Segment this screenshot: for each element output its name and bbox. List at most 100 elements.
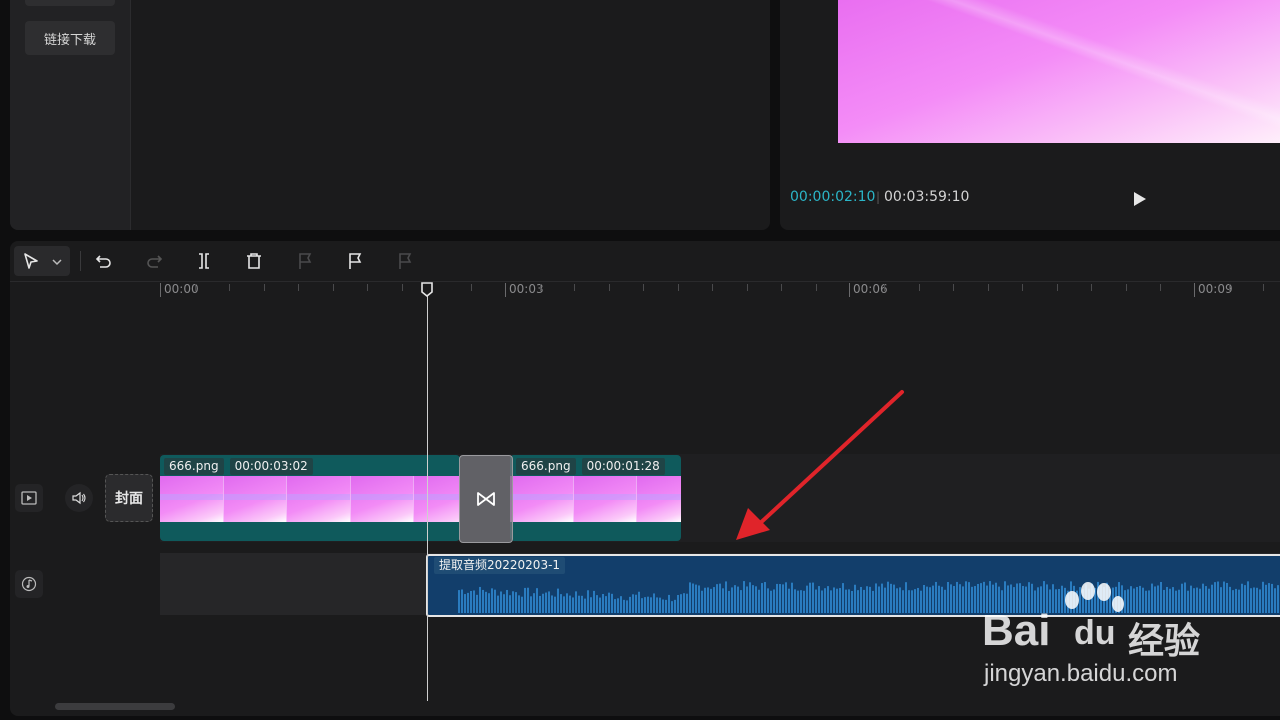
mute-icon[interactable] <box>65 484 93 512</box>
ruler-tick <box>1057 284 1058 291</box>
play-icon[interactable] <box>1132 190 1148 208</box>
select-tool-button[interactable] <box>14 246 70 276</box>
waveform-bar <box>545 592 547 613</box>
waveform-bar <box>1241 583 1243 613</box>
clip-thumbnails <box>160 476 460 522</box>
ruler-tick <box>781 284 782 291</box>
redo-icon[interactable] <box>142 249 166 273</box>
waveform-bar <box>635 594 637 613</box>
waveform-bar <box>560 594 562 613</box>
waveform-bar <box>788 588 790 613</box>
waveform-bar <box>569 595 571 613</box>
waveform-bar <box>473 590 475 613</box>
ruler-label: 00:06 <box>853 282 888 296</box>
video-track-icon[interactable] <box>15 484 43 512</box>
waveform-bar <box>674 599 676 613</box>
sidebar-button-partial[interactable] <box>25 0 115 6</box>
dropdown-icon[interactable] <box>52 258 62 266</box>
split-icon[interactable] <box>192 249 216 273</box>
waveform-bar <box>908 590 910 613</box>
waveform-bar <box>968 582 970 613</box>
waveform-bar <box>467 592 469 613</box>
waveform-bar <box>641 598 643 613</box>
waveform-bar <box>458 590 460 613</box>
waveform-bar <box>848 589 850 613</box>
waveform-bar <box>866 586 868 613</box>
waveform-bar <box>953 586 955 613</box>
waveform-bar <box>797 590 799 613</box>
watermark-brand-du: du <box>1074 614 1116 652</box>
waveform-bar <box>608 592 610 613</box>
toolbar-divider <box>80 251 81 271</box>
undo-icon[interactable] <box>92 249 116 273</box>
waveform-bar <box>578 595 580 613</box>
video-clip[interactable]: 666.png 00:00:03:02 <box>160 455 460 541</box>
waveform-bar <box>1253 587 1255 613</box>
delete-icon[interactable] <box>242 249 266 273</box>
waveform-bar <box>704 587 706 613</box>
ruler-tick <box>195 284 196 291</box>
waveform-bar <box>821 590 823 613</box>
waveform-bar <box>761 583 763 613</box>
ruler-major-tick <box>849 283 850 297</box>
waveform-bar <box>695 584 697 613</box>
waveform-bar <box>1271 583 1273 613</box>
waveform-bar <box>491 588 493 613</box>
thumbnail <box>350 476 414 522</box>
waveform-bar <box>776 583 778 613</box>
waveform-bar <box>719 583 721 613</box>
video-clip[interactable]: 666.png 00:00:01:28 <box>510 455 681 541</box>
freeze-icon[interactable] <box>293 249 317 273</box>
waveform-bar <box>644 597 646 613</box>
waveform-bar <box>839 588 841 613</box>
unflag-icon[interactable] <box>393 249 417 273</box>
flag-icon[interactable] <box>343 249 367 273</box>
waveform-bar <box>593 590 595 613</box>
select-cursor-icon <box>24 253 38 269</box>
waveform-bar <box>875 583 877 613</box>
waveform-bar <box>893 584 895 613</box>
waveform-bar <box>611 593 613 613</box>
playhead-handle[interactable] <box>421 282 433 297</box>
waveform-bar <box>524 587 526 613</box>
waveform-bar <box>626 600 628 613</box>
waveform-bar <box>764 582 766 613</box>
waveform-bar <box>632 594 634 613</box>
waveform-bar <box>572 597 574 613</box>
waveform-bar <box>887 581 889 613</box>
waveform-bar <box>617 598 619 613</box>
waveform-bar <box>1277 585 1279 613</box>
waveform-bar <box>512 591 514 613</box>
preview-panel: 00:00:02:10 | 00:03:59:10 <box>780 0 1280 230</box>
waveform-bar <box>845 589 847 613</box>
waveform-bar <box>920 590 922 613</box>
waveform-bar <box>581 595 583 613</box>
waveform-bar <box>506 589 508 613</box>
link-download-button[interactable]: 链接下载 <box>25 21 115 55</box>
waveform-bar <box>665 599 667 613</box>
waveform-bar <box>977 583 979 613</box>
waveform-bar <box>647 596 649 613</box>
waveform-bar <box>713 587 715 613</box>
waveform-bar <box>770 590 772 613</box>
watermark-url: jingyan.baidu.com <box>984 660 1178 687</box>
waveform-bar <box>947 582 949 613</box>
waveform-bar <box>842 583 844 613</box>
waveform-bar <box>584 598 586 613</box>
ruler-tick <box>229 284 230 291</box>
waveform-bar <box>731 587 733 613</box>
clip-thumbnails <box>510 476 681 522</box>
ruler-tick <box>574 284 575 291</box>
waveform-bar <box>722 588 724 613</box>
waveform-bar <box>791 582 793 613</box>
waveform-bar <box>767 588 769 613</box>
horizontal-scrollbar[interactable] <box>55 703 175 710</box>
waveform-bar <box>1259 589 1261 613</box>
cover-button[interactable]: 封面 <box>105 474 153 522</box>
waveform-bar <box>725 581 727 613</box>
waveform-bar <box>794 589 796 613</box>
transition-handle[interactable] <box>459 455 513 543</box>
playhead[interactable] <box>427 291 428 701</box>
thumbnail <box>223 476 287 522</box>
audio-track-icon[interactable] <box>15 570 43 598</box>
